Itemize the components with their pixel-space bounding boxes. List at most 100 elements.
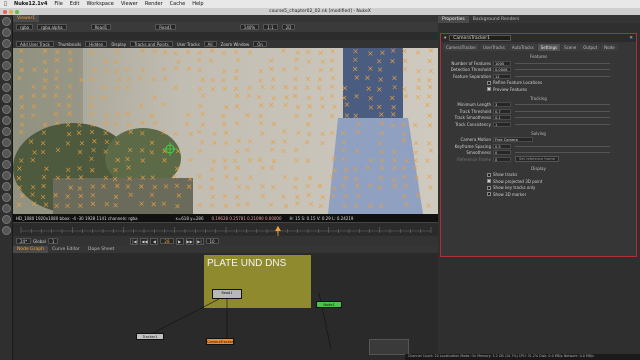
preview-features-checkbox-row[interactable]: Preview Features xyxy=(441,86,636,93)
tab-background-renders[interactable]: Background Renders xyxy=(469,16,524,23)
gizmo-tool-icon[interactable] xyxy=(2,215,11,224)
next-key-icon[interactable]: ▶▶ xyxy=(185,237,194,245)
tab-node[interactable]: Node xyxy=(601,44,618,51)
minimum-length-field[interactable]: 3 xyxy=(493,102,511,108)
slider[interactable] xyxy=(515,62,610,64)
cameratracker-node[interactable]: CameraTracker1 xyxy=(206,338,236,345)
play-backward-icon[interactable]: ◀ xyxy=(150,237,159,245)
checkbox[interactable] xyxy=(487,179,491,184)
close-panel-icon[interactable]: ✕ xyxy=(629,36,633,41)
menu-viewer[interactable]: Viewer xyxy=(121,1,138,7)
draw-tool-icon[interactable] xyxy=(2,28,11,37)
color-tool-icon[interactable] xyxy=(2,61,11,70)
app-name[interactable]: Nuke12.1v4 xyxy=(14,1,47,7)
camera-motion-select[interactable]: Free Camera xyxy=(493,137,533,143)
checkbox[interactable] xyxy=(487,87,491,92)
menu-cache[interactable]: Cache xyxy=(170,1,186,7)
tracker-node[interactable]: Tracker1 xyxy=(136,333,164,340)
menu-render[interactable]: Render xyxy=(145,1,163,7)
3d-tool-icon[interactable] xyxy=(2,116,11,125)
green-node[interactable]: Node1 xyxy=(316,301,342,308)
thumbnails-select[interactable]: Hidden xyxy=(85,41,108,47)
tab-settings[interactable]: Settings xyxy=(537,44,561,51)
detection-threshold-field[interactable]: 0.0006 xyxy=(493,67,511,73)
frame-start-field[interactable]: 1 xyxy=(47,238,59,244)
checkbox[interactable] xyxy=(487,172,491,177)
checkbox[interactable] xyxy=(487,192,491,197)
layer-select[interactable]: rgba xyxy=(16,24,34,30)
slider[interactable] xyxy=(515,104,610,106)
tab-node-graph[interactable]: Node Graph xyxy=(13,246,48,253)
transform-tool-icon[interactable] xyxy=(2,105,11,114)
ocula-tool-icon[interactable] xyxy=(2,182,11,191)
tab-autotracks[interactable]: AutoTracks xyxy=(508,44,537,51)
play-forward-icon[interactable]: ▶ xyxy=(175,237,184,245)
ratio-select[interactable]: 1:1 xyxy=(263,24,278,30)
smoothness-field[interactable]: 0 xyxy=(493,150,511,156)
plugin-tool-icon[interactable] xyxy=(2,204,11,213)
viewer-image[interactable] xyxy=(13,48,438,214)
input-a-select[interactable]: Read1 xyxy=(90,24,112,30)
tab-cameratracker[interactable]: CameraTracker xyxy=(443,44,480,51)
slider[interactable] xyxy=(515,110,610,112)
menu-edit[interactable]: Edit xyxy=(70,1,80,7)
track-threshold-field[interactable]: 0.7 xyxy=(493,108,511,114)
timeline[interactable] xyxy=(13,222,438,238)
merge-tool-icon[interactable] xyxy=(2,94,11,103)
menu-help[interactable]: Help xyxy=(192,1,203,7)
keyer-tool-icon[interactable] xyxy=(2,83,11,92)
slider[interactable] xyxy=(515,123,610,125)
tab-curve-editor[interactable]: Curve Editor xyxy=(48,246,84,253)
number-of-features-field[interactable]: 1000 xyxy=(493,60,511,66)
channel-select[interactable]: rgba.alpha xyxy=(37,24,67,30)
channel-tool-icon[interactable] xyxy=(2,50,11,59)
slider[interactable] xyxy=(515,145,610,147)
cara-tool-icon[interactable] xyxy=(2,193,11,202)
slider[interactable] xyxy=(515,117,610,119)
node-name-field[interactable]: CameraTracker1 xyxy=(449,35,512,41)
settings-tool-icon[interactable] xyxy=(2,226,11,235)
track-consistency-field[interactable]: 1 xyxy=(493,121,511,127)
feature-separation-field[interactable]: 12 xyxy=(493,73,511,79)
apple-icon[interactable]:  xyxy=(4,1,7,7)
first-frame-icon[interactable]: |◀ xyxy=(130,237,139,245)
furnace-tool-icon[interactable] xyxy=(2,171,11,180)
tab-dope-sheet[interactable]: Dope Sheet xyxy=(84,246,118,253)
views-tool-icon[interactable] xyxy=(2,127,11,136)
set-reference-frame-button[interactable]: Set reference frame xyxy=(515,156,560,163)
tab-viewer1[interactable]: Viewer1 xyxy=(13,15,40,22)
node-graph[interactable]: PLATE UND DNS Read1 Tracker1 CameraTrack… xyxy=(13,253,438,360)
toolsets-tool-icon[interactable] xyxy=(2,149,11,158)
navigator-minimap[interactable] xyxy=(369,339,409,355)
menu-workspace[interactable]: Workspace xyxy=(86,1,113,7)
frame-end-field[interactable]: 10 xyxy=(205,238,219,244)
last-frame-icon[interactable]: ▶| xyxy=(195,237,204,245)
slider[interactable] xyxy=(515,75,610,77)
checkbox[interactable] xyxy=(487,80,491,85)
show-3d-marker-checkbox-row[interactable]: Show 3D marker xyxy=(441,191,636,198)
add-user-track-button[interactable]: Add User Track xyxy=(16,41,54,47)
prev-key-icon[interactable]: ◀◀ xyxy=(140,237,149,245)
tab-usertracks[interactable]: UserTracks xyxy=(480,44,508,51)
time-tool-icon[interactable] xyxy=(2,39,11,48)
reference-frame-field[interactable]: 0 xyxy=(493,156,511,162)
keyframe-spacing-field[interactable]: 0.5 xyxy=(493,143,511,149)
tab-properties[interactable]: Properties xyxy=(438,15,469,23)
filter-tool-icon[interactable] xyxy=(2,72,11,81)
user-tracks-select[interactable]: All xyxy=(203,41,217,47)
mode-2d-select[interactable]: 2D xyxy=(281,24,296,30)
input-b-select[interactable]: Read1 xyxy=(155,24,176,30)
crosshair-icon[interactable] xyxy=(163,142,177,156)
fps-field[interactable]: 24* xyxy=(16,238,32,244)
zoom-select[interactable]: 140% xyxy=(239,24,260,30)
collapse-icon[interactable]: ▾ xyxy=(444,36,446,41)
image-tool-icon[interactable] xyxy=(2,17,11,26)
checkbox[interactable] xyxy=(487,185,491,190)
menu-file[interactable]: File xyxy=(54,1,62,7)
tab-output[interactable]: Output xyxy=(580,44,601,51)
slider[interactable] xyxy=(515,69,610,71)
metadata-tool-icon[interactable] xyxy=(2,138,11,147)
other-tool-icon[interactable] xyxy=(2,160,11,169)
track-smoothness-field[interactable]: 0.1 xyxy=(493,115,511,121)
display-select[interactable]: Tracks and Points xyxy=(130,41,173,47)
